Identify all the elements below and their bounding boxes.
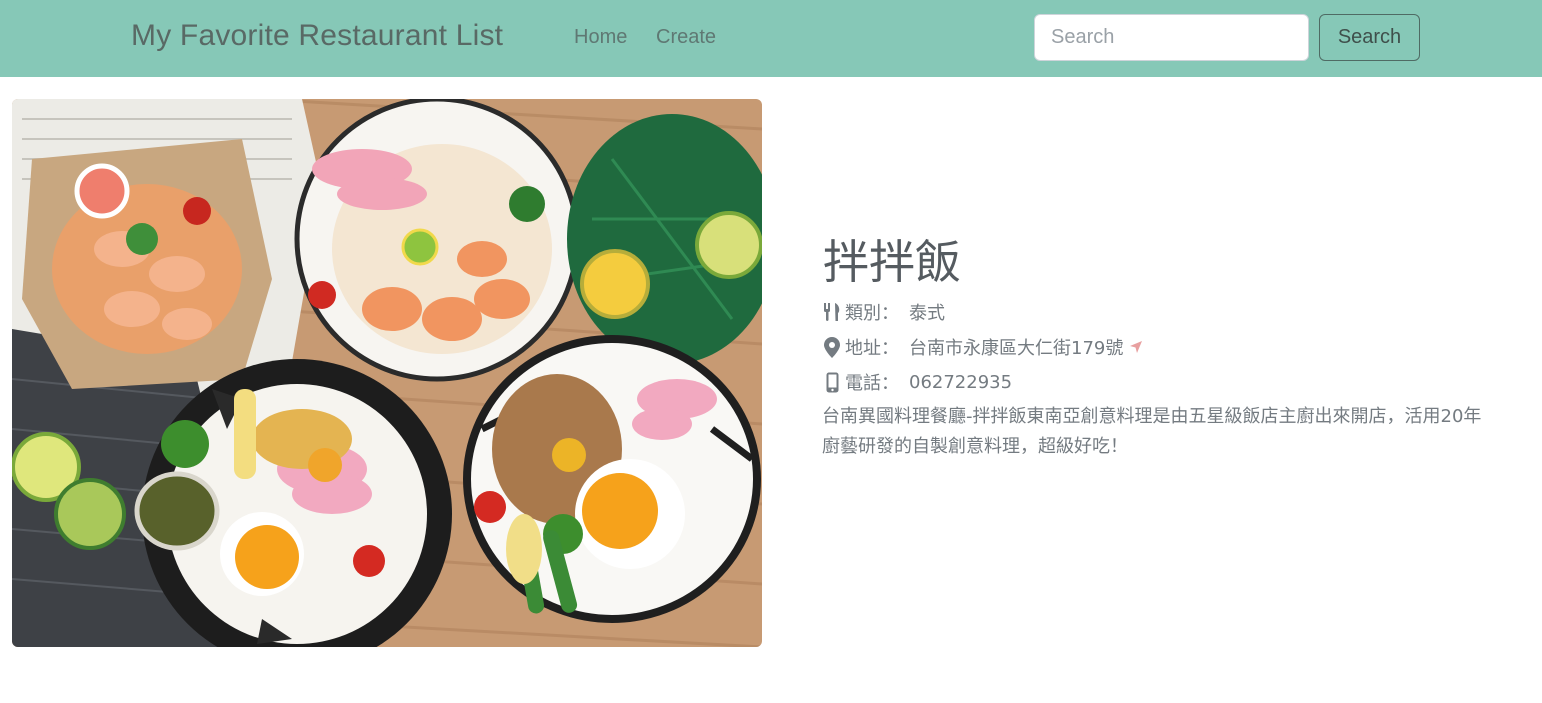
search-input[interactable] <box>1034 14 1309 61</box>
restaurant-description: 台南異國料理餐廳-拌拌飯東南亞創意料理是由五星級飯店主廚出來開店，活用20年廚藝… <box>822 406 1482 457</box>
phone-label: 電話： <box>845 373 899 394</box>
location-arrow-icon[interactable] <box>1129 340 1143 354</box>
map-marker-icon <box>822 336 842 358</box>
address-label: 地址： <box>845 338 899 359</box>
phone-value: 062722935 <box>909 371 1013 393</box>
address-row: 地址： 台南市永康區大仁街179號 <box>822 334 1143 360</box>
nav-create-link[interactable]: Create <box>656 26 716 49</box>
phone-row: 電話： 062722935 <box>822 369 1012 395</box>
utensils-icon <box>822 301 842 323</box>
mobile-phone-icon <box>822 371 842 393</box>
brand-link[interactable]: My Favorite Restaurant List <box>131 19 503 53</box>
address-value: 台南市永康區大仁街179號 <box>909 338 1124 359</box>
navbar: My Favorite Restaurant List Home Create … <box>0 0 1542 77</box>
category-label: 類別： <box>845 303 899 324</box>
search-button[interactable]: Search <box>1319 14 1420 61</box>
category-value: 泰式 <box>909 303 945 324</box>
restaurant-photo <box>12 99 762 647</box>
category-row: 類別： 泰式 <box>822 299 945 325</box>
restaurant-name: 拌拌飯 <box>823 235 961 289</box>
nav-home-link[interactable]: Home <box>574 26 627 49</box>
